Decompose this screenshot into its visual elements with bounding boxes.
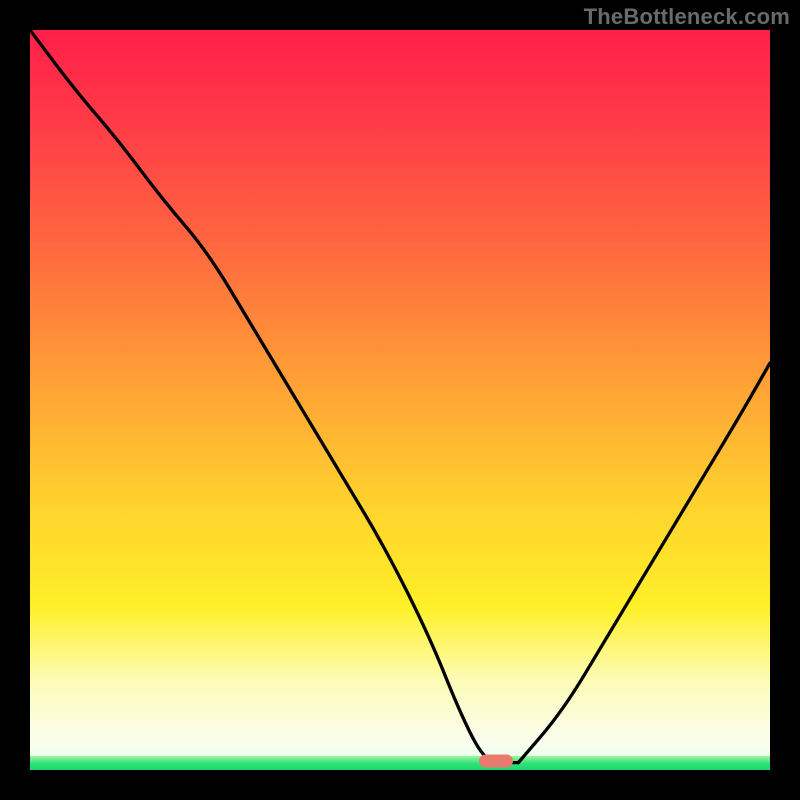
bottleneck-curve — [30, 30, 770, 770]
curve-path-right — [518, 363, 770, 763]
watermark-text: TheBottleneck.com — [584, 4, 790, 30]
optimal-marker — [479, 755, 513, 768]
chart-frame: TheBottleneck.com — [0, 0, 800, 800]
plot-area — [30, 30, 770, 770]
curve-path-left — [30, 30, 496, 763]
